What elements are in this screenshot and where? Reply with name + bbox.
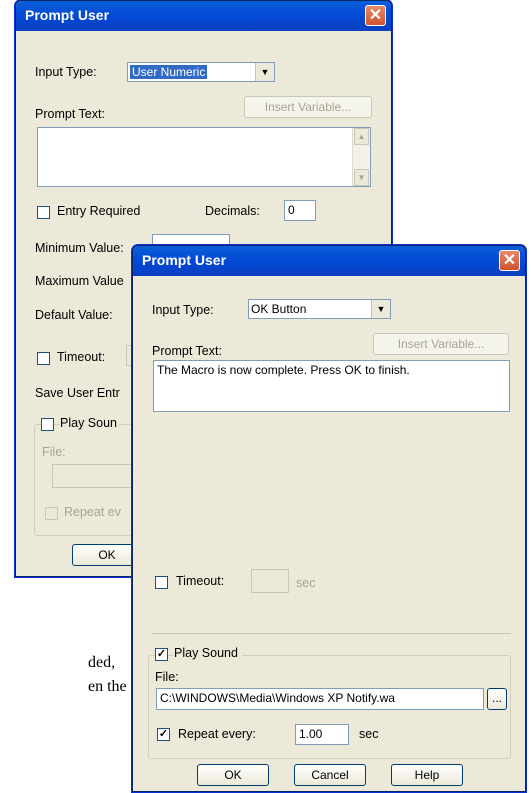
maximum-value-label: Maximum Value [35,274,124,288]
help-button[interactable]: Help [391,764,463,786]
file-label: File: [42,445,66,459]
insert-variable-button[interactable]: Insert Variable... [244,96,372,118]
entry-required-label: Entry Required [57,204,141,218]
close-icon: ✕ [368,7,383,24]
divider [152,633,511,634]
title-bar[interactable]: Prompt User ✕ [133,246,525,276]
play-sound-checkbox[interactable]: ✓ [155,648,168,661]
scrollbar[interactable]: ▲ ▼ [352,128,370,186]
background-text-line1: ded, [88,654,116,671]
input-type-label: Input Type: [152,303,214,317]
prompt-text-label: Prompt Text: [152,344,222,358]
repeat-unit: sec [359,727,379,741]
input-type-value: OK Button [251,302,307,316]
timeout-label: Timeout: [57,350,106,364]
ok-button[interactable]: OK [197,764,269,786]
browse-button[interactable]: ... [487,688,507,710]
file-input[interactable]: C:\WINDOWS\Media\Windows XP Notify.wa [156,688,484,710]
chevron-down-icon[interactable]: ▼ [255,63,274,81]
scroll-up-icon[interactable]: ▲ [354,128,369,145]
save-user-entry-label: Save User Entr [35,386,120,400]
timeout-checkbox[interactable] [155,576,168,589]
prompt-user-dialog-front: Prompt User ✕ Input Type: OK Button ▼ Pr… [132,245,526,792]
repeat-checkbox[interactable]: ✓ [157,728,170,741]
repeat-checkbox[interactable] [45,507,58,520]
scroll-down-icon[interactable]: ▼ [354,169,369,186]
dialog-title: Prompt User [142,252,227,268]
repeat-input[interactable]: 1.00 [295,724,349,745]
decimals-value: 0 [288,203,295,217]
play-sound-label: Play Sound [174,646,242,660]
input-type-value: User Numeric [130,65,208,79]
input-type-label: Input Type: [35,65,97,79]
close-button[interactable]: ✕ [499,250,520,271]
file-label: File: [155,670,179,684]
title-bar[interactable]: Prompt User ✕ [16,1,391,31]
timeout-unit: sec [296,576,316,590]
input-type-select[interactable]: OK Button ▼ [248,299,391,319]
decimals-input[interactable]: 0 [284,200,316,221]
background-text-line2: en the [88,678,127,695]
entry-required-checkbox[interactable] [37,206,50,219]
repeat-value: 1.00 [299,727,323,741]
timeout-label: Timeout: [176,574,225,588]
prompt-text-label: Prompt Text: [35,107,105,121]
play-sound-checkbox[interactable] [41,418,54,431]
input-type-select[interactable]: User Numeric ▼ [127,62,275,82]
timeout-input[interactable] [251,569,289,593]
play-sound-label: Play Soun [60,416,119,430]
prompt-text-value: The Macro is now complete. Press OK to f… [157,363,410,377]
dialog-title: Prompt User [25,7,110,23]
close-button[interactable]: ✕ [365,5,386,26]
prompt-text-area[interactable]: The Macro is now complete. Press OK to f… [153,360,510,412]
repeat-label: Repeat every: [178,727,256,741]
timeout-checkbox[interactable] [37,352,50,365]
close-icon: ✕ [502,252,517,269]
default-value-label: Default Value: [35,308,113,322]
repeat-label: Repeat ev [64,505,121,519]
cancel-button[interactable]: Cancel [294,764,366,786]
minimum-value-label: Minimum Value: [35,241,124,255]
insert-variable-button[interactable]: Insert Variable... [373,333,509,355]
checkmark-icon: ✓ [156,648,167,660]
chevron-down-icon[interactable]: ▼ [371,300,390,318]
prompt-text-area[interactable]: ▲ ▼ [37,127,371,187]
checkmark-icon: ✓ [158,728,169,740]
decimals-label: Decimals: [205,204,260,218]
file-value: C:\WINDOWS\Media\Windows XP Notify.wa [160,691,395,705]
